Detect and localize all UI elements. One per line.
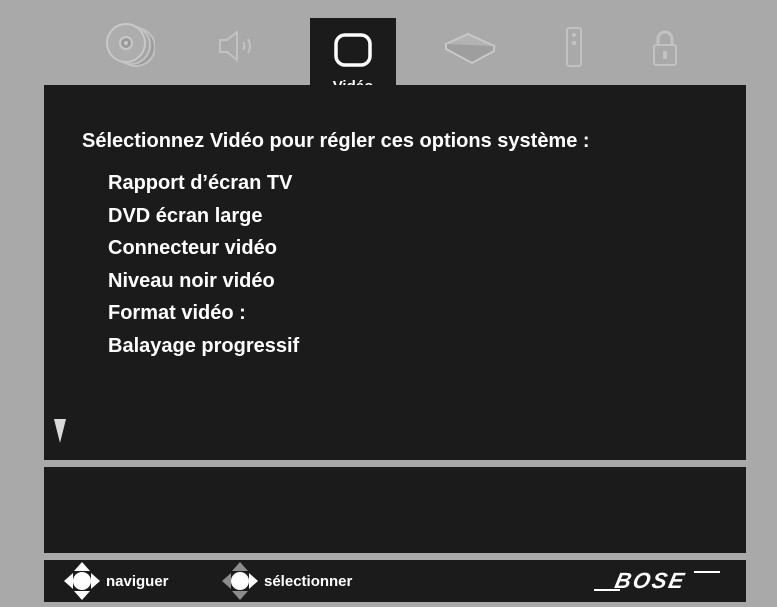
option-progressive-scan[interactable]: Balayage progressif: [108, 330, 299, 363]
select-hint: sélectionner: [220, 560, 352, 602]
tv-screen-icon: [334, 33, 372, 67]
option-list: Rapport d’écran TV DVD écran large Conne…: [108, 167, 299, 362]
navigate-hint: naviguer: [62, 560, 169, 602]
device-icon: [443, 32, 497, 65]
tab-audio[interactable]: [217, 29, 261, 67]
tab-remote[interactable]: [563, 26, 585, 75]
dpad-navigate-icon: [64, 562, 100, 600]
navigate-label: naviguer: [106, 572, 169, 590]
select-label: sélectionner: [264, 572, 353, 590]
svg-text:BOSE: BOSE: [613, 568, 689, 593]
option-video-connector[interactable]: Connecteur vidéo: [108, 232, 299, 265]
option-tv-ratio[interactable]: Rapport d’écran TV: [108, 167, 299, 200]
main-panel: Sélectionnez Vidéo pour régler ces optio…: [44, 85, 746, 460]
tab-device[interactable]: [442, 30, 498, 69]
bose-logo: BOSE: [594, 568, 720, 593]
disc-stack-icon: [106, 23, 156, 67]
scroll-down-arrow-icon[interactable]: [53, 418, 67, 444]
footer-bar: naviguer sélectionner BOSE: [44, 560, 746, 602]
option-video-format[interactable]: Format vidéo :: [108, 297, 299, 330]
info-panel: [44, 467, 746, 553]
dpad-select-icon: [222, 562, 258, 600]
option-video-black-level[interactable]: Niveau noir vidéo: [108, 265, 299, 298]
panel-heading: Sélectionnez Vidéo pour régler ces optio…: [82, 130, 590, 152]
option-dvd-widescreen[interactable]: DVD écran large: [108, 200, 299, 233]
remote-icon: [566, 27, 582, 67]
tab-lock[interactable]: [650, 28, 680, 73]
lock-icon: [653, 30, 677, 66]
tab-disc[interactable]: [105, 20, 156, 75]
speaker-icon: [219, 29, 251, 63]
